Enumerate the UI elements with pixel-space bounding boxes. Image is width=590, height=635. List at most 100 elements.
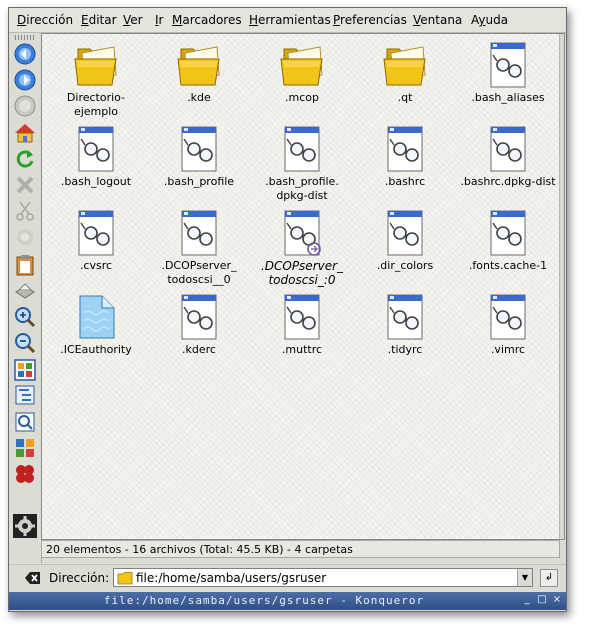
file-item[interactable]: .qt bbox=[355, 41, 455, 105]
zoom-in-icon[interactable] bbox=[13, 305, 37, 329]
file-item[interactable]: Directorio-ejemplo bbox=[46, 41, 146, 119]
file-item[interactable]: .bash_profile bbox=[149, 125, 249, 189]
file-item[interactable]: .DCOPserver_ todoscsi__0 bbox=[149, 209, 249, 287]
menu-label-part: y bbox=[478, 13, 486, 27]
file-label-line: .bashrc bbox=[384, 175, 426, 188]
menu-label-part: arcadores bbox=[182, 13, 242, 27]
file-label-line: Directorio- bbox=[66, 91, 126, 104]
detail-view-icon[interactable] bbox=[13, 410, 37, 434]
copy-icon[interactable] bbox=[13, 225, 37, 249]
menu-label-part: M bbox=[172, 13, 183, 27]
zoom-out-icon[interactable] bbox=[13, 331, 37, 355]
maximize-button[interactable]: □ bbox=[536, 594, 548, 606]
menu-marcadores[interactable]: Marcadores bbox=[172, 13, 242, 27]
text-file-icon bbox=[381, 209, 429, 257]
menu-ayuda[interactable]: Ayuda bbox=[471, 13, 508, 27]
file-icon-view[interactable]: Directorio-ejemplo .kde .mcop .qt .bash_… bbox=[41, 33, 565, 540]
file-item[interactable]: .ICEauthority bbox=[46, 293, 146, 357]
close-button[interactable]: × bbox=[551, 594, 563, 606]
file-item[interactable]: .muttrc bbox=[252, 293, 352, 357]
file-label-line: .bash_profile. bbox=[265, 175, 339, 188]
paste-icon[interactable] bbox=[13, 253, 37, 277]
file-item[interactable]: .kderc bbox=[149, 293, 249, 357]
print-icon[interactable] bbox=[13, 279, 37, 303]
file-item[interactable]: .mcop bbox=[252, 41, 352, 105]
main-toolbar bbox=[9, 33, 42, 563]
forward-icon[interactable] bbox=[13, 68, 37, 92]
location-input[interactable]: file:/home/samba/users/gsruser ▼ bbox=[113, 568, 533, 587]
file-label: .kde bbox=[149, 91, 249, 105]
file-item[interactable]: .cvsrc bbox=[46, 209, 146, 273]
file-item[interactable]: .DCOPserver_ todoscsi_:0 bbox=[252, 209, 352, 287]
status-bar: 20 elementos - 16 archivos (Total: 45.5 … bbox=[41, 540, 560, 558]
back-icon[interactable] bbox=[13, 42, 37, 66]
cut-icon[interactable] bbox=[13, 199, 37, 223]
thumbnail-view-icon[interactable] bbox=[13, 436, 37, 460]
menu-dirección[interactable]: Dirección bbox=[17, 13, 73, 27]
folder-icon bbox=[72, 41, 120, 89]
konqueror-logo-icon[interactable] bbox=[13, 462, 37, 486]
text-file-icon bbox=[175, 209, 223, 257]
text-file-icon bbox=[484, 209, 532, 257]
file-label-line: .vimrc bbox=[490, 343, 526, 356]
file-label: .dir_colors bbox=[355, 259, 455, 273]
file-label-line: .muttrc bbox=[281, 343, 323, 356]
file-label: .muttrc bbox=[252, 343, 352, 357]
location-dropdown-button[interactable]: ▼ bbox=[517, 569, 532, 586]
file-label-line: dpkg-dist bbox=[276, 189, 328, 202]
menu-label-part: r bbox=[158, 13, 164, 27]
home-icon[interactable] bbox=[13, 121, 37, 145]
file-label: .bashrc.dpkg-dist bbox=[458, 175, 558, 189]
folder-icon bbox=[278, 41, 326, 89]
content-edge bbox=[559, 34, 564, 539]
file-item[interactable]: .bash_logout bbox=[46, 125, 146, 189]
stop-icon[interactable] bbox=[13, 94, 37, 118]
file-item[interactable]: .bashrc bbox=[355, 125, 455, 189]
file-item[interactable]: .bash_profile. dpkg-dist bbox=[252, 125, 352, 203]
menu-label-part: erramientas bbox=[258, 13, 331, 27]
menu-ver[interactable]: Ver bbox=[123, 13, 143, 27]
menu-editar[interactable]: Editar bbox=[81, 13, 117, 27]
file-label: .bash_aliases bbox=[458, 91, 558, 105]
menu-herramientas[interactable]: Herramientas bbox=[249, 13, 331, 27]
file-label-line: .bash_logout bbox=[60, 175, 132, 188]
icon-view-icon[interactable] bbox=[13, 358, 37, 382]
window-titlebar[interactable]: file:/home/samba/users/gsruser - Konquer… bbox=[9, 592, 566, 610]
binary-file-icon bbox=[72, 293, 120, 341]
menu-ir[interactable]: Ir bbox=[155, 13, 163, 27]
reload-icon[interactable] bbox=[13, 147, 37, 171]
toolbar-grip[interactable] bbox=[15, 35, 35, 40]
file-item[interactable]: .vimrc bbox=[458, 293, 558, 357]
file-label-line: .dir_colors bbox=[376, 259, 434, 272]
file-label: .bashrc bbox=[355, 175, 455, 189]
minimize-button[interactable]: _ bbox=[521, 594, 533, 606]
file-item[interactable]: .fonts.cache-1 bbox=[458, 209, 558, 273]
folder-icon bbox=[117, 571, 133, 585]
file-label-line: ejemplo bbox=[73, 105, 119, 118]
file-label-line: .ICEauthority bbox=[60, 343, 132, 356]
menu-label-part: P bbox=[333, 13, 341, 27]
delete-icon[interactable] bbox=[13, 173, 37, 197]
file-label: .bash_profile bbox=[149, 175, 249, 189]
go-button[interactable]: ↲ bbox=[540, 569, 558, 587]
file-label: .DCOPserver_ todoscsi_:0 bbox=[252, 259, 352, 287]
clear-location-icon[interactable] bbox=[25, 571, 41, 585]
file-item[interactable]: .kde bbox=[149, 41, 249, 105]
text-file-icon bbox=[484, 41, 532, 89]
file-label: .vimrc bbox=[458, 343, 558, 357]
menu-preferencias[interactable]: Preferencias bbox=[333, 13, 407, 27]
menu-ventana[interactable]: Ventana bbox=[413, 13, 462, 27]
file-item[interactable]: .bash_aliases bbox=[458, 41, 558, 105]
file-label-line: .DCOPserver_ bbox=[260, 259, 344, 273]
file-item[interactable]: .dir_colors bbox=[355, 209, 455, 273]
tree-view-icon[interactable] bbox=[13, 383, 37, 407]
location-toolbar: Dirección: file:/home/samba/users/gsruse… bbox=[9, 564, 566, 591]
file-label-line: .bashrc.dpkg-dist bbox=[460, 175, 556, 188]
settings-gear-icon[interactable] bbox=[13, 514, 37, 538]
file-item[interactable]: .bashrc.dpkg-dist bbox=[458, 125, 558, 189]
file-label-line: .mcop bbox=[285, 91, 319, 104]
text-file-icon bbox=[381, 293, 429, 341]
text-file-icon bbox=[175, 293, 223, 341]
menu-label-part: entana bbox=[420, 13, 463, 27]
file-item[interactable]: .tidyrc bbox=[355, 293, 455, 357]
